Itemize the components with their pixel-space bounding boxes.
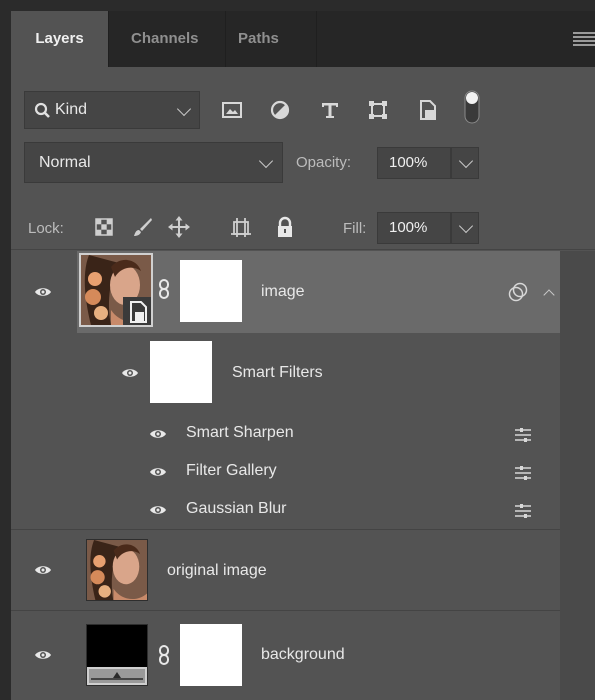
panel-tab-bar: Layers Channels Paths — [11, 11, 595, 67]
blend-mode-value: Normal — [39, 154, 91, 171]
filter-blending-options-icon[interactable] — [514, 427, 532, 443]
adjustment-filter-icon[interactable] — [267, 97, 293, 123]
filter-row-gaussian-blur[interactable]: Gaussian Blur — [77, 491, 560, 529]
filter-blending-options-icon[interactable] — [514, 465, 532, 481]
layer-mask-thumbnail[interactable] — [180, 624, 242, 686]
eye-icon[interactable] — [34, 649, 52, 661]
tab-layers[interactable]: Layers — [11, 11, 108, 67]
smart-object-badge-icon — [123, 297, 151, 325]
eye-icon[interactable] — [149, 504, 167, 516]
divider — [11, 249, 595, 250]
filter-name: Gaussian Blur — [186, 500, 287, 517]
blend-mode-select[interactable]: Normal — [24, 142, 283, 183]
layers-scrollbar[interactable] — [560, 251, 595, 700]
filter-name: Smart Sharpen — [186, 424, 294, 441]
filter-row-filter-gallery[interactable]: Filter Gallery — [77, 453, 560, 491]
shape-filter-icon[interactable] — [365, 97, 391, 123]
filter-kind-select[interactable]: Kind — [24, 91, 200, 129]
filter-kind-label: Kind — [55, 101, 88, 118]
layer-name-background[interactable]: background — [261, 646, 345, 664]
chevron-down-icon — [176, 101, 192, 117]
eye-icon[interactable] — [34, 564, 52, 576]
fill-input[interactable]: 100% — [377, 212, 451, 244]
portrait-thumbnail — [87, 540, 147, 600]
filter-toggle-icon[interactable] — [463, 89, 481, 125]
layer-thumbnail-original-image[interactable] — [86, 539, 148, 601]
opacity-input[interactable]: 100% — [377, 147, 451, 179]
lock-position-icon[interactable] — [167, 215, 191, 239]
layer-name-image[interactable]: image — [261, 283, 305, 301]
layer-row-original-image[interactable]: original image — [11, 530, 560, 610]
type-filter-icon[interactable] — [317, 97, 343, 123]
panel-menu-icon[interactable] — [573, 30, 595, 48]
layer-row-image[interactable]: image — [11, 251, 560, 333]
tab-divider — [225, 11, 226, 67]
layer-thumbnail-background[interactable] — [86, 624, 148, 686]
smart-object-filter-icon[interactable] — [415, 97, 441, 123]
chevron-down-icon — [458, 153, 474, 169]
smart-filters-indicator-icon[interactable] — [508, 282, 528, 302]
opacity-label: Opacity: — [296, 154, 352, 171]
tab-divider — [108, 11, 109, 67]
layer-mask-thumbnail[interactable] — [180, 260, 242, 322]
image-filter-icon[interactable] — [219, 97, 245, 123]
eye-icon[interactable] — [149, 466, 167, 478]
lock-transparent-pixels-icon[interactable] — [92, 215, 116, 239]
filter-row-smart-sharpen[interactable]: Smart Sharpen — [77, 415, 560, 453]
tab-divider — [316, 11, 317, 67]
smart-filter-mask-thumbnail[interactable] — [150, 341, 212, 403]
link-chain-icon[interactable] — [157, 279, 171, 299]
lock-image-pixels-icon[interactable] — [131, 215, 155, 239]
layer-name-original-image[interactable]: original image — [167, 562, 267, 580]
smart-filters-group: Smart Filters Smart Sharpen Filter Galle… — [11, 333, 560, 529]
smart-filters-label[interactable]: Smart Filters — [232, 364, 323, 382]
lock-label: Lock: — [28, 220, 64, 237]
layers-panel: Layers Channels Paths Kind Normal Opacit… — [11, 11, 595, 700]
tab-paths[interactable]: Paths — [238, 11, 279, 67]
chevron-down-icon — [458, 218, 474, 234]
lock-artboard-icon[interactable] — [229, 215, 253, 239]
lock-all-icon[interactable] — [273, 215, 297, 239]
window-frame — [0, 0, 595, 11]
opacity-dropdown[interactable] — [451, 147, 479, 179]
eye-icon[interactable] — [121, 367, 139, 379]
link-chain-icon[interactable] — [157, 645, 171, 665]
fill-dropdown[interactable] — [451, 212, 479, 244]
filter-blending-options-icon[interactable] — [514, 503, 532, 519]
filter-name: Filter Gallery — [186, 462, 277, 479]
eye-icon[interactable] — [149, 428, 167, 440]
eye-icon[interactable] — [34, 286, 52, 298]
tab-channels[interactable]: Channels — [131, 11, 199, 67]
fill-layer-badge-icon — [87, 667, 147, 685]
search-icon — [34, 102, 50, 118]
fill-label: Fill: — [343, 220, 367, 237]
layer-row-background[interactable]: background — [11, 611, 560, 700]
layer-thumbnail-image[interactable] — [79, 253, 153, 327]
chevron-down-icon — [258, 153, 274, 169]
